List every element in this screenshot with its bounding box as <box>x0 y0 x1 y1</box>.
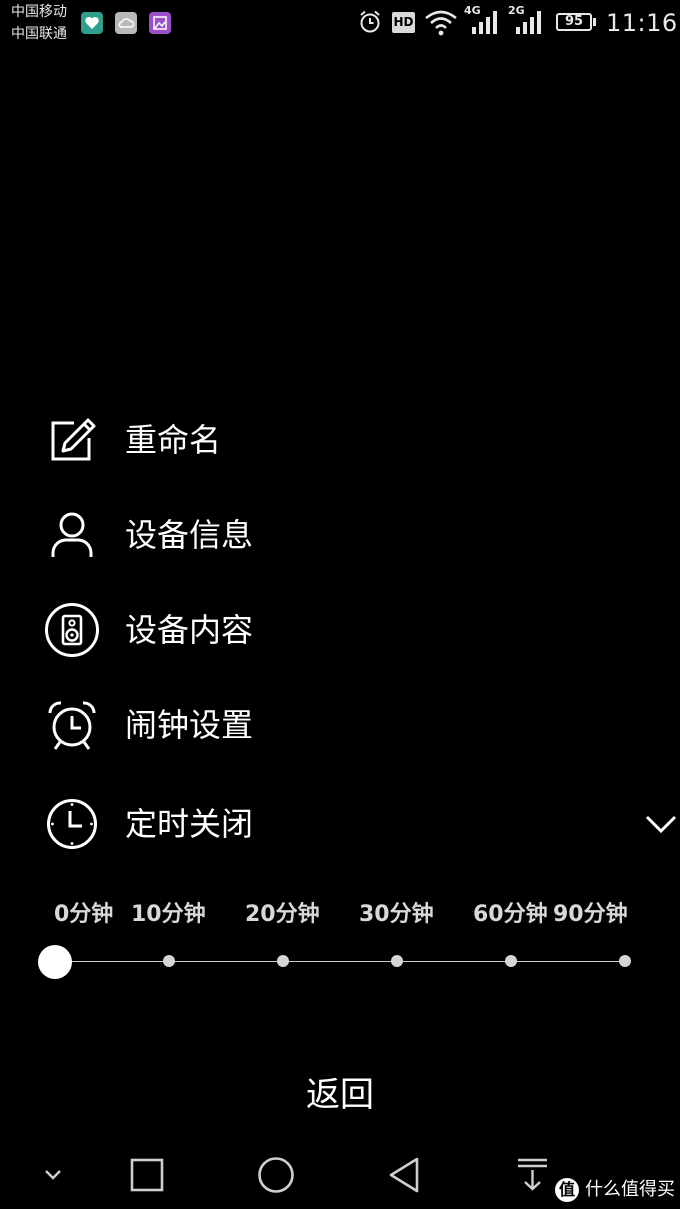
menu-item-label: 设备信息 <box>125 516 254 554</box>
slider-stop-10[interactable] <box>163 955 175 967</box>
tick-label-90[interactable]: 90分钟 <box>553 900 628 930</box>
menu-item-timed-shutdown[interactable]: 定时关闭 <box>0 790 680 860</box>
menu-item-alarm-settings[interactable]: 闹钟设置 <box>0 691 680 761</box>
gallery-app-icon <box>149 12 171 34</box>
menu-item-label: 设备内容 <box>125 611 254 649</box>
slider-stop-20[interactable] <box>277 955 289 967</box>
signal-4g-icon: 4G <box>464 5 504 35</box>
watermark-text: 什么值得买 <box>585 1179 675 1200</box>
carrier-2-label: 中国联通 <box>11 26 67 42</box>
watermark-logo: 值 <box>555 1178 579 1202</box>
carrier-1-label: 中国移动 <box>11 4 67 20</box>
slider-thumb[interactable] <box>38 945 72 979</box>
battery-nub <box>593 18 596 26</box>
slider-stop-60[interactable] <box>505 955 517 967</box>
pull-down-notifications-icon[interactable] <box>515 1156 551 1194</box>
health-app-icon <box>81 12 103 34</box>
wifi-icon <box>425 10 457 36</box>
chevron-down-icon[interactable] <box>644 807 678 841</box>
hide-nav-icon[interactable] <box>42 1165 64 1185</box>
edit-icon <box>51 418 96 461</box>
tick-label-10[interactable]: 10分钟 <box>131 900 206 930</box>
battery-level: 95 <box>564 14 584 29</box>
cloud-app-icon <box>115 12 137 34</box>
tick-label-20[interactable]: 20分钟 <box>245 900 320 930</box>
tick-label-30[interactable]: 30分钟 <box>359 900 434 930</box>
slider-stop-30[interactable] <box>391 955 403 967</box>
alarm-clock-icon <box>48 701 96 750</box>
menu-item-device-content[interactable]: 设备内容 <box>0 596 680 666</box>
slider-track[interactable] <box>55 961 625 962</box>
battery-icon: 95 <box>556 13 592 31</box>
recents-icon[interactable] <box>129 1156 167 1194</box>
alarm-icon <box>360 10 380 33</box>
home-icon[interactable] <box>256 1155 296 1195</box>
menu-item-device-info[interactable]: 设备信息 <box>0 501 680 571</box>
hd-label: HD <box>393 15 414 29</box>
watermark: 值 什么值得买 <box>555 1176 680 1206</box>
status-time: 11:16 <box>606 9 678 37</box>
back-icon[interactable] <box>385 1155 425 1195</box>
hd-icon: HD <box>392 12 415 33</box>
slider-stop-90[interactable] <box>619 955 631 967</box>
tick-label-0[interactable]: 0分钟 <box>54 900 113 930</box>
menu-item-label: 闹钟设置 <box>125 706 254 744</box>
menu-item-label: 重命名 <box>125 421 222 459</box>
speaker-icon <box>45 603 99 657</box>
menu-item-label: 定时关闭 <box>125 805 254 843</box>
status-bar: 中国移动 中国联通 HD 4G 2G 95 11:16 <box>0 0 680 48</box>
back-button[interactable]: 返回 <box>0 1073 680 1117</box>
menu-item-rename[interactable]: 重命名 <box>0 406 680 476</box>
signal-2g-icon: 2G <box>508 5 548 35</box>
person-icon <box>51 512 93 557</box>
clock-icon <box>47 799 97 849</box>
tick-label-60[interactable]: 60分钟 <box>473 900 548 930</box>
